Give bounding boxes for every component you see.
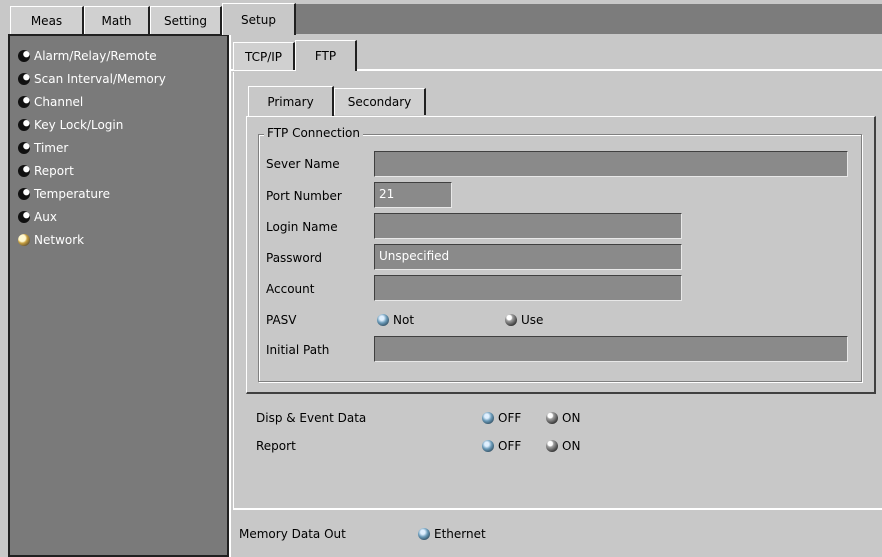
tab-setting-label: Setting: [164, 13, 207, 28]
bullet-icon: [18, 188, 30, 200]
login-name-field[interactable]: [374, 213, 682, 239]
tab-tcpip[interactable]: TCP/IP: [233, 42, 295, 70]
tab-setting[interactable]: Setting: [150, 6, 222, 34]
sidebar: Alarm/Relay/Remote Scan Interval/Memory …: [8, 34, 229, 557]
tab-setup-label: Setup: [241, 12, 276, 27]
sidebar-item-report[interactable]: Report: [18, 161, 74, 181]
port-number-field[interactable]: 21: [374, 182, 452, 208]
radio-icon: [377, 314, 389, 326]
bullet-icon: [18, 165, 30, 177]
radio-icon: [482, 440, 494, 452]
sidebar-item-label: Temperature: [34, 187, 111, 201]
ethernet-label: Ethernet: [434, 527, 486, 541]
sidebar-item-label: Network: [34, 233, 85, 247]
report-label: Report: [256, 439, 296, 453]
sidebar-item-label: Timer: [34, 141, 69, 155]
bullet-icon: [18, 119, 30, 131]
server-name-field[interactable]: [374, 151, 848, 177]
radio-icon: [546, 412, 558, 424]
sidebar-item-scan-interval-memory[interactable]: Scan Interval/Memory: [18, 69, 166, 89]
tab-meas[interactable]: Meas: [10, 6, 84, 34]
pasv-not-label: Not: [393, 313, 415, 327]
network-icon: [18, 234, 30, 246]
tab-primary-label: Primary: [267, 94, 314, 109]
sidebar-item-label: Aux: [34, 210, 57, 224]
sidebar-item-timer[interactable]: Timer: [18, 138, 68, 158]
account-field[interactable]: [374, 275, 682, 301]
tab-math-label: Math: [101, 13, 132, 28]
tab-tcpip-label: TCP/IP: [244, 49, 283, 64]
sidebar-item-label: Report: [34, 164, 74, 178]
account-label: Account: [266, 282, 315, 296]
sidebar-item-label: Scan Interval/Memory: [34, 72, 166, 86]
report-on-label: ON: [562, 439, 581, 453]
password-field[interactable]: Unspecified: [374, 244, 682, 270]
sidebar-item-label: Channel: [34, 95, 84, 109]
login-name-label: Login Name: [266, 220, 338, 234]
initial-path-label: Initial Path: [266, 343, 330, 357]
disp-event-on-label: ON: [562, 411, 581, 425]
report-on-radio[interactable]: ON: [546, 439, 580, 453]
sidebar-item-channel[interactable]: Channel: [18, 92, 83, 112]
pasv-use-radio[interactable]: Use: [505, 313, 543, 327]
memory-data-out-ethernet-radio[interactable]: Ethernet: [418, 527, 486, 541]
tab-math[interactable]: Math: [84, 6, 150, 34]
pasv-use-label: Use: [521, 313, 544, 327]
server-name-label: Sever Name: [266, 157, 340, 171]
radio-icon: [546, 440, 558, 452]
sidebar-item-label: Key Lock/Login: [34, 118, 124, 132]
sidebar-item-temperature[interactable]: Temperature: [18, 184, 110, 204]
pasv-label: PASV: [266, 313, 297, 327]
disp-event-off-label: OFF: [498, 411, 522, 425]
tab-secondary-label: Secondary: [347, 95, 412, 109]
tab-secondary[interactable]: Secondary: [334, 88, 426, 115]
initial-path-field[interactable]: [374, 336, 848, 362]
radio-icon: [482, 412, 494, 424]
sidebar-item-key-lock-login[interactable]: Key Lock/Login: [18, 115, 123, 135]
ftp-connection-title: FTP Connection: [264, 126, 363, 140]
disp-event-label: Disp & Event Data: [256, 411, 367, 425]
tab-primary[interactable]: Primary: [248, 86, 334, 116]
password-label: Password: [266, 251, 323, 265]
bullet-icon: [18, 96, 30, 108]
report-off-radio[interactable]: OFF: [482, 439, 521, 453]
bullet-icon: [18, 142, 30, 154]
tab-ftp[interactable]: FTP: [295, 40, 357, 71]
tab-bar-filler: [296, 4, 882, 34]
tab-meas-label: Meas: [30, 13, 63, 28]
bullet-icon: [18, 50, 30, 62]
sidebar-item-network[interactable]: Network: [18, 230, 84, 250]
memory-data-out-label: Memory Data Out: [239, 527, 346, 541]
tab-ftp-label: FTP: [314, 49, 337, 63]
disp-event-off-radio[interactable]: OFF: [482, 411, 521, 425]
pasv-not-radio[interactable]: Not: [377, 313, 414, 327]
radio-icon: [505, 314, 517, 326]
bullet-icon: [18, 211, 30, 223]
disp-event-on-radio[interactable]: ON: [546, 411, 580, 425]
port-number-label: Port Number: [266, 189, 342, 203]
radio-icon: [418, 528, 430, 540]
sidebar-item-label: Alarm/Relay/Remote: [34, 49, 157, 63]
sidebar-item-alarm-relay-remote[interactable]: Alarm/Relay/Remote: [18, 46, 157, 66]
sidebar-item-aux[interactable]: Aux: [18, 207, 57, 227]
tab-setup[interactable]: Setup: [222, 3, 296, 35]
report-off-label: OFF: [498, 439, 522, 453]
bullet-icon: [18, 73, 30, 85]
